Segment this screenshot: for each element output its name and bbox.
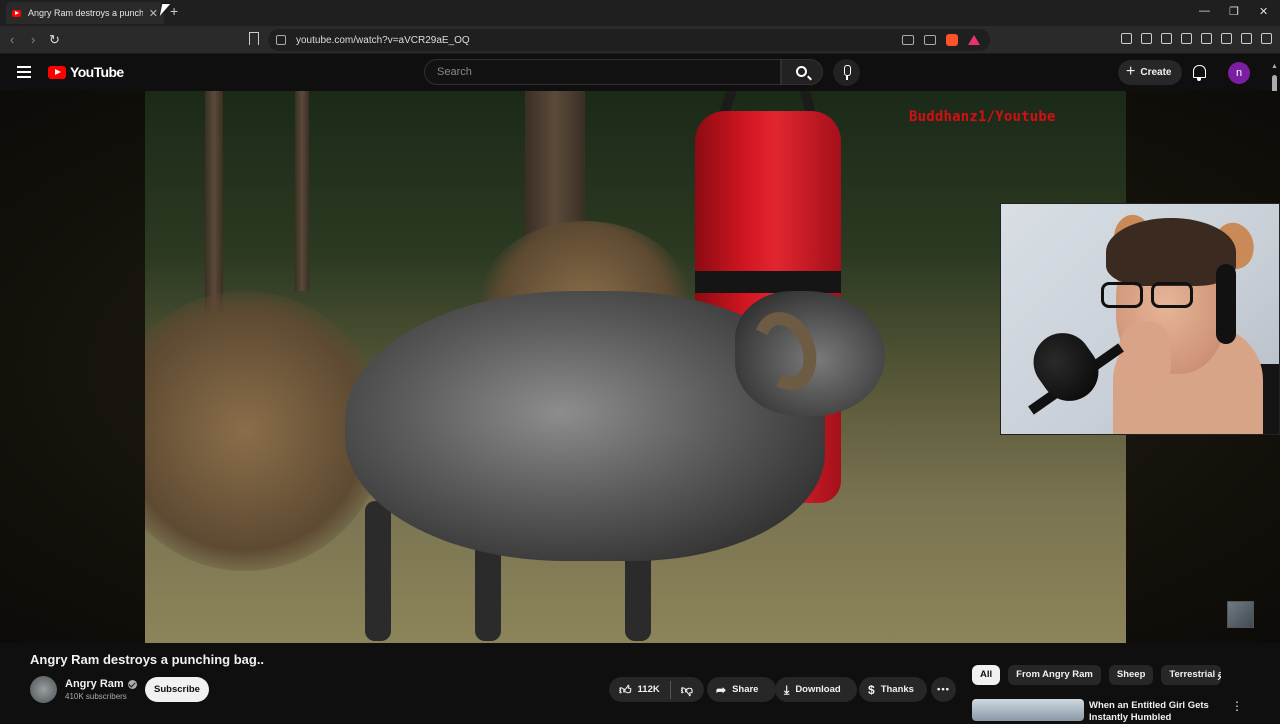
browser-toolbar: ‹ › ↻ youtube.com/watch?v=aVCR29aE_OQ [0,26,1280,54]
share-button[interactable]: ➦ Share [707,677,776,702]
download-icon: ⤓ [784,682,790,697]
bell-icon[interactable] [1193,65,1206,81]
channel-watermark-thumbnail[interactable] [1227,601,1254,628]
like-button[interactable]: 👍︎ 112K [609,677,670,702]
thanks-button[interactable]: $ Thanks [859,677,927,702]
new-tab-icon[interactable]: + [170,3,178,19]
tab-title: Angry Ram destroys a punching [28,8,143,18]
video-player[interactable] [145,91,1126,643]
brave-shields-icon[interactable] [946,34,958,46]
youtube-favicon-icon [12,9,21,17]
brave-rewards-icon[interactable] [968,35,980,45]
plus-icon: + [1126,62,1136,80]
extensions-tray [1121,33,1272,44]
youtube-masthead: YouTube Search + Create n [0,55,1280,91]
ram-leg [365,501,391,641]
microphone [1022,321,1110,413]
close-tab-icon[interactable]: ✕ [149,7,158,20]
tree-trunk [295,91,309,291]
search-icon [796,66,807,77]
chip-terrestrial[interactable]: Terrestrial a [1161,665,1222,685]
sidebar-icon[interactable] [1181,33,1192,44]
chevron-right-icon[interactable]: › [1217,668,1222,684]
headset [1216,264,1236,344]
close-window-icon[interactable]: ✕ [1259,5,1268,18]
share-page-icon[interactable] [924,35,936,45]
chip-from-channel[interactable]: From Angry Ram [1008,665,1101,685]
scroll-up-icon[interactable]: ▲ [1271,63,1278,70]
recommendation-title[interactable]: When an Entitled Girl Gets Instantly Hum… [1089,700,1214,724]
leo-ai-icon[interactable] [1221,33,1232,44]
related-chips: All From Angry Ram Sheep Terrestrial a [972,665,1222,687]
download-button[interactable]: ⤓ Download [775,677,857,702]
vpn-icon[interactable] [1241,33,1252,44]
cast-icon[interactable] [902,35,914,45]
menu-icon[interactable] [1261,33,1272,44]
dislike-icon: 👎︎ [680,682,693,697]
youtube-logo[interactable]: YouTube [48,64,124,80]
like-dislike-group: 👍︎ 112K 👎︎ [609,677,704,702]
more-icon: ••• [937,684,950,695]
site-settings-icon[interactable] [276,35,286,45]
browser-tab[interactable]: Angry Ram destroys a punching ✕ [6,2,164,24]
chip-all[interactable]: All [972,665,1001,685]
facecam-overlay [1000,203,1280,435]
subscriber-count: 410K subscribers [65,692,127,701]
streamer-hand [1119,322,1171,388]
more-vert-icon[interactable]: ⋮ [1231,699,1243,713]
create-button[interactable]: + Create [1118,60,1182,85]
address-bar[interactable]: youtube.com/watch?v=aVCR29aE_OQ [268,29,990,51]
glasses [1101,282,1206,310]
search-button[interactable] [781,59,823,85]
url-text[interactable]: youtube.com/watch?v=aVCR29aE_OQ [296,35,470,46]
verified-icon [127,679,137,689]
forward-icon[interactable]: › [31,32,35,47]
bookmark-icon[interactable] [249,32,259,45]
search-input[interactable]: Search [424,59,781,85]
youtube-play-icon [48,65,66,79]
recommendation-thumbnail[interactable] [972,699,1084,721]
like-icon: 👍︎ [619,682,632,697]
punching-bag-band [695,271,841,293]
mic-icon[interactable] [833,59,860,86]
share-icon: ➦ [716,682,727,697]
reload-icon[interactable]: ↻ [49,32,60,48]
video-title: Angry Ram destroys a punching bag.. [30,652,265,667]
minimize-icon[interactable]: — [1199,5,1210,17]
thanks-icon: $ [868,682,875,697]
channel-avatar[interactable] [30,676,57,703]
guide-menu-icon[interactable] [17,66,31,78]
video-watermark: Buddhanz1/Youtube [909,109,1056,125]
more-actions-button[interactable]: ••• [931,677,956,702]
channel-name[interactable]: Angry Ram [65,678,137,690]
wallet-icon[interactable] [1141,33,1152,44]
account-avatar[interactable]: n [1228,62,1250,84]
music-icon[interactable] [1161,33,1172,44]
browser-tab-strip: Angry Ram destroys a punching ✕ + — ❐ ✕ [0,0,1280,26]
back-icon[interactable]: ‹ [10,32,14,47]
chip-sheep[interactable]: Sheep [1108,665,1154,685]
dislike-button[interactable]: 👎︎ [671,677,703,702]
wallet2-icon[interactable] [1201,33,1212,44]
subscribe-button[interactable]: Subscribe [145,677,209,702]
extensions-icon[interactable] [1121,33,1132,44]
restore-icon[interactable]: ❐ [1229,5,1239,18]
